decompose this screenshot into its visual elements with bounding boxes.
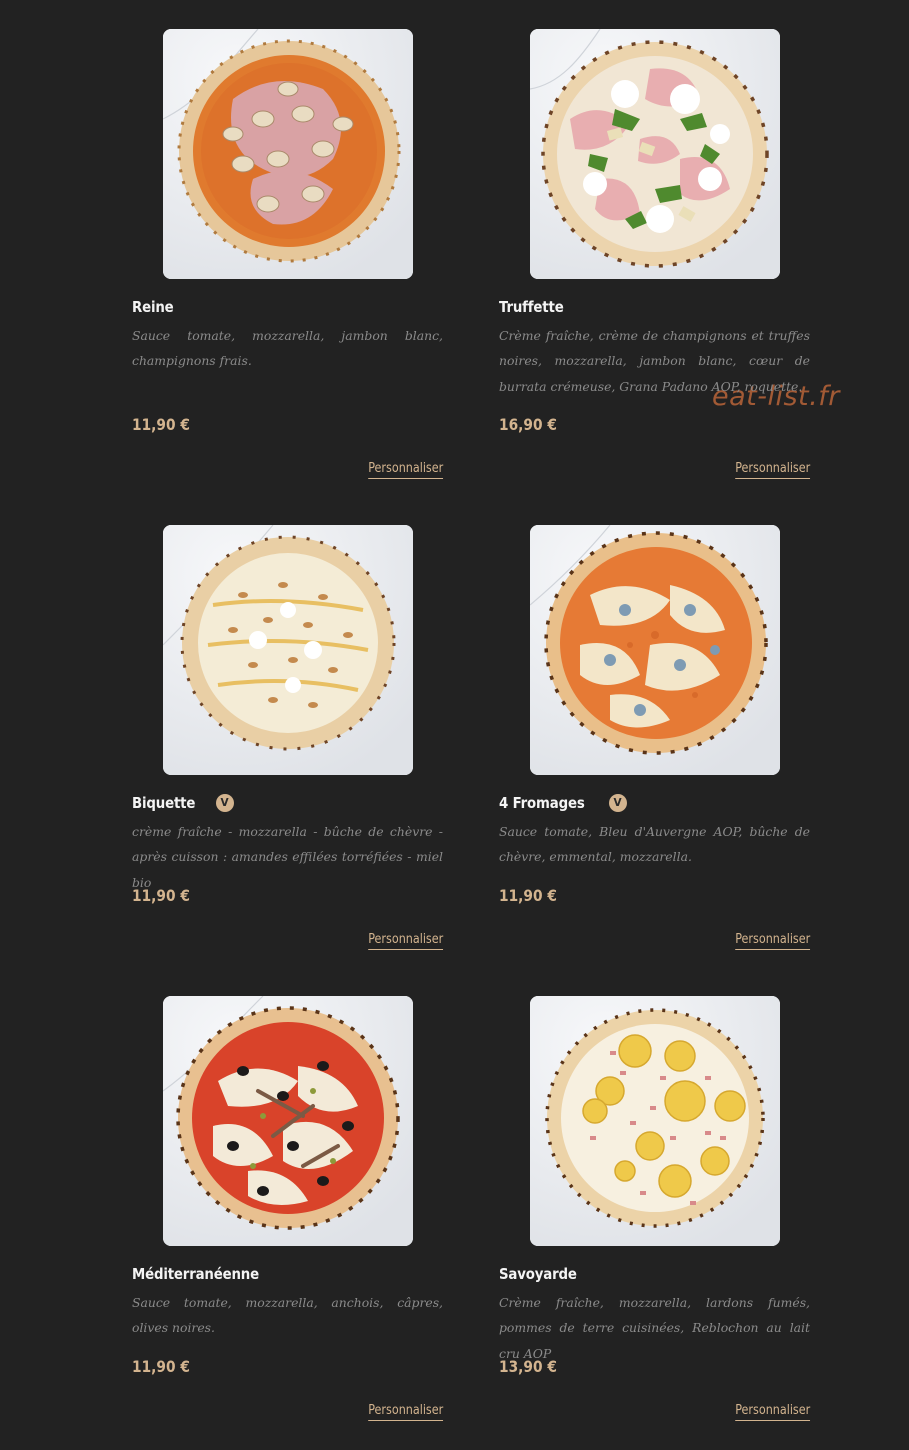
- personnaliser-link[interactable]: Personnaliser: [367, 1403, 443, 1421]
- menu-item-title-row: Savoyarde: [499, 1262, 589, 1286]
- menu-item-title: Truffette: [499, 298, 564, 316]
- menu-item-price: 11,90 €: [132, 1357, 190, 1376]
- personnaliser-link[interactable]: Personnaliser: [734, 1403, 810, 1421]
- menu-item-title: Biquette: [132, 794, 196, 812]
- menu-item-description: Sauce tomate, Bleu d'Auvergne AOP, bûche…: [499, 824, 810, 865]
- menu-item-price: 11,90 €: [499, 886, 557, 905]
- pizza-photo-savoyarde[interactable]: [530, 996, 780, 1246]
- menu-item-price: 13,90 €: [499, 1357, 557, 1376]
- personnaliser-link[interactable]: Personnaliser: [367, 932, 443, 950]
- pizza-photo-reine[interactable]: [163, 29, 413, 279]
- vegetarian-badge-icon: V: [608, 794, 627, 812]
- menu-item-description: crème fraîche - mozzarella - bûche de ch…: [132, 824, 443, 890]
- menu-item-title: Savoyarde: [499, 1265, 577, 1283]
- menu-item-title-row: Reine: [132, 295, 180, 319]
- menu-item-price: 11,90 €: [132, 886, 190, 905]
- personnaliser-link[interactable]: Personnaliser: [734, 932, 810, 950]
- menu-item-title: Reine: [132, 298, 174, 316]
- menu-item-description: Crème fraîche, mozzarella, lardons fumés…: [499, 1295, 810, 1361]
- menu-item-title: Méditerranéenne: [132, 1265, 259, 1283]
- menu-item-price: 16,90 €: [499, 415, 557, 434]
- pizza-photo-mediterraneenne[interactable]: [163, 996, 413, 1246]
- personnaliser-link[interactable]: Personnaliser: [734, 461, 810, 479]
- personnaliser-link[interactable]: Personnaliser: [367, 461, 443, 479]
- menu-item-description: Sauce tomate, mozzarella, jambon blanc, …: [132, 328, 443, 369]
- menu-item-title-row: Truffette: [499, 295, 574, 319]
- pizza-photo-4-fromages[interactable]: [530, 525, 780, 775]
- menu-item-title-row: 4 Fromages V: [499, 791, 627, 815]
- menu-item-title: 4 Fromages: [499, 794, 585, 812]
- menu-item-title-row: Biquette V: [132, 791, 234, 815]
- menu-item-description: Sauce tomate, mozzarella, anchois, câpre…: [132, 1295, 443, 1336]
- menu-item-price: 11,90 €: [132, 415, 190, 434]
- pizza-photo-biquette[interactable]: [163, 525, 413, 775]
- pizza-photo-truffette[interactable]: [530, 29, 780, 279]
- vegetarian-badge-icon: V: [215, 794, 234, 812]
- menu-item-description: Crème fraîche, crème de champignons et t…: [499, 328, 810, 394]
- menu-item-title-row: Méditerranéenne: [132, 1262, 280, 1286]
